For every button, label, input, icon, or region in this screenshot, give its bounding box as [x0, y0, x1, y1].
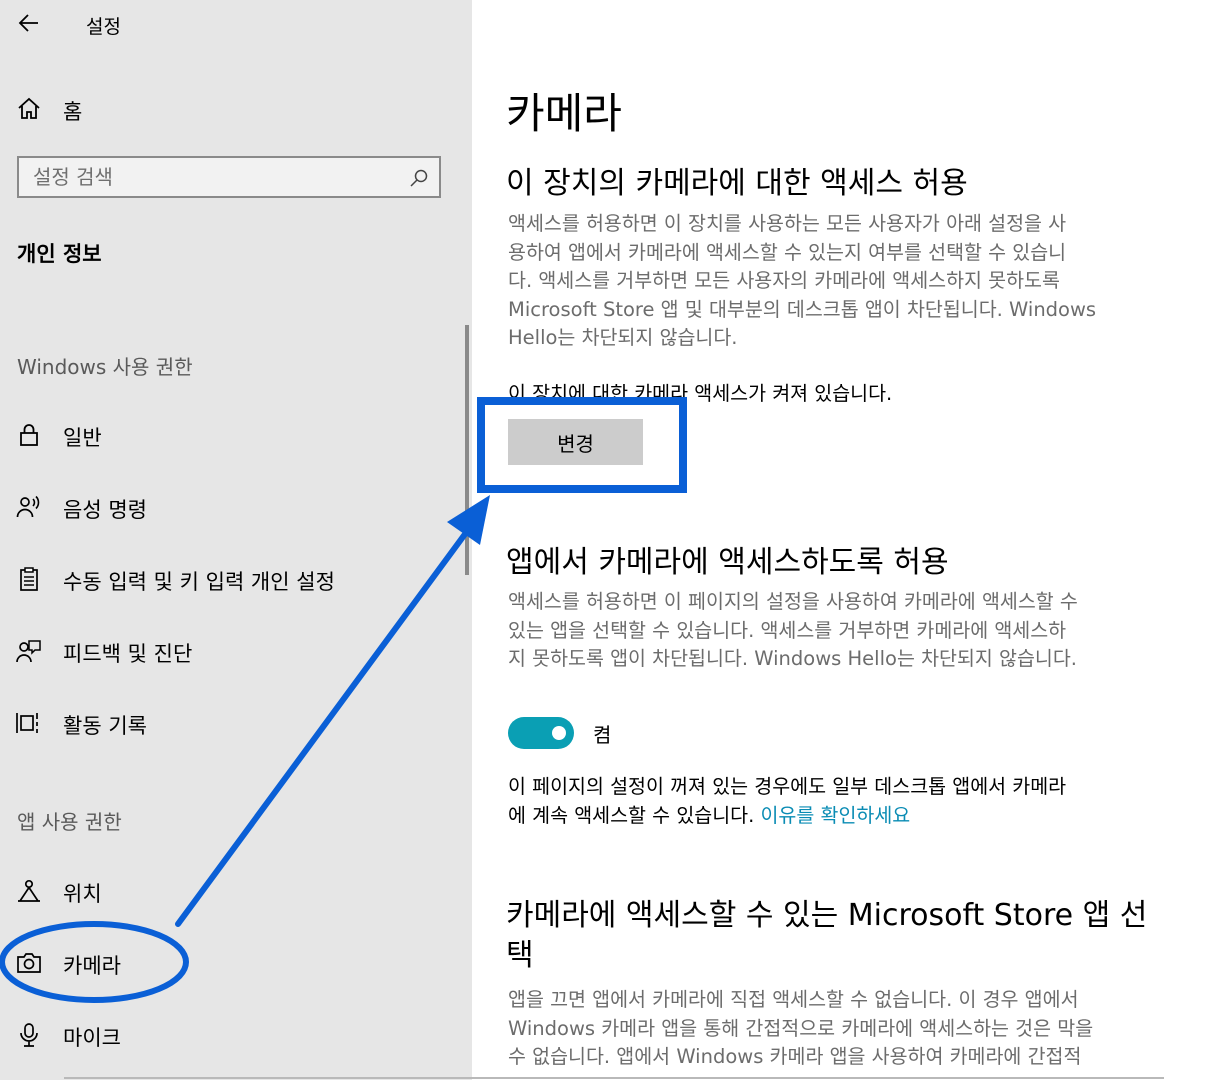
description-line: 앱을 끄면 앱에서 카메라에 직접 액세스할 수 없습니다. 이 경우 앱에서 [508, 988, 1079, 1011]
description-line: 액세스를 허용하면 이 페이지의 설정을 사용하여 카메라에 액세스할 수 [508, 590, 1078, 613]
app-title: 설정 [86, 16, 121, 38]
toggle-knob [552, 726, 566, 740]
sidebar-item-microphone[interactable]: 마이크 [0, 1012, 472, 1060]
note-line: 에 계속 액세스할 수 있습니다. 이유를 확인하세요 [508, 802, 1178, 831]
speech-icon [16, 495, 40, 518]
note-text: 에 계속 액세스할 수 있습니다. [508, 803, 761, 827]
sidebar-item-activity[interactable]: 활동 기록 [0, 700, 472, 748]
description-line: Microsoft Store 앱 및 대부분의 데스크톱 앱이 차단됩니다. … [508, 297, 1097, 321]
section-description-store-apps: 앱을 끄면 앱에서 카메라에 직접 액세스할 수 없습니다. 이 경우 앱에서 … [508, 986, 1188, 1072]
desktop-apps-note: 이 페이지의 설정이 꺼져 있는 경우에도 일부 데스크톱 앱에서 카메라 에 … [508, 773, 1178, 830]
search-icon[interactable] [409, 168, 429, 188]
sidebar-item-label: 수동 입력 및 키 입력 개인 설정 [63, 570, 335, 594]
device-access-status: 이 장치에 대한 카메라 액세스가 켜져 있습니다. [508, 382, 893, 405]
back-arrow-icon[interactable] [16, 10, 42, 36]
search-box[interactable] [17, 156, 441, 198]
sidebar-scrollbar[interactable] [465, 325, 469, 575]
learn-why-link[interactable]: 이유를 확인하세요 [760, 804, 910, 827]
location-icon [18, 879, 40, 902]
sidebar-item-label: 일반 [63, 426, 102, 450]
bottom-divider [64, 1077, 1164, 1079]
sidebar-item-speech[interactable]: 음성 명령 [0, 484, 472, 532]
description-line: 있는 앱을 선택할 수 있습니다. 액세스를 거부하면 카메라에 액세스하 [508, 618, 1067, 642]
section-label-windows: Windows 사용 권한 [17, 355, 193, 379]
sidebar-item-location[interactable]: 위치 [0, 868, 472, 916]
section-description-app-access: 액세스를 허용하면 이 페이지의 설정을 사용하여 카메라에 액세스할 수 있는… [508, 588, 1188, 674]
app-access-toggle[interactable] [508, 717, 574, 749]
sidebar-item-label: 홈 [63, 100, 83, 124]
search-input[interactable] [33, 163, 393, 191]
sidebar-item-label: 마이크 [63, 1026, 121, 1050]
page-title: 카메라 [506, 89, 622, 138]
sidebar-item-label: 카메라 [63, 954, 121, 978]
section-label-apps: 앱 사용 권한 [17, 810, 122, 834]
lock-icon [20, 424, 38, 446]
description-line: 지 못하도록 앱이 차단됩니다. Windows Hello는 차단되지 않습니… [508, 647, 1077, 670]
sidebar-item-camera[interactable]: 카메라 [0, 940, 472, 988]
sidebar-item-label: 위치 [63, 882, 102, 906]
section-heading-app-access: 앱에서 카메라에 액세스하도록 허용 [506, 545, 949, 580]
description-line: 용하여 앱에서 카메라에 액세스할 수 있는지 여부를 선택할 수 있습니 [508, 240, 1067, 264]
group-title: 개인 정보 [17, 242, 102, 266]
heading-line: 택 [506, 938, 534, 973]
sidebar-item-home[interactable]: 홈 [0, 86, 472, 134]
description-line: Windows 카메라 앱을 통해 간접적으로 카메라에 액세스하는 것은 막을 [508, 1016, 1094, 1040]
camera-icon [17, 953, 41, 973]
home-icon [18, 97, 40, 119]
description-line: 수 없습니다. 앱에서 Windows 카메라 앱을 사용하여 카메라에 간접적 [508, 1045, 1082, 1068]
description-line: 액세스를 허용하면 이 장치를 사용하는 모든 사용자가 아래 설정을 사 [508, 212, 1067, 235]
sidebar: 설정 홈 개인 정보 Windows 사용 권한 일반 음성 명령 [0, 0, 472, 1080]
sidebar-item-typing[interactable]: 수동 입력 및 키 입력 개인 설정 [0, 556, 472, 604]
description-line: Hello는 차단되지 않습니다. [508, 326, 738, 349]
description-line: 다. 액세스를 거부하면 모든 사용자의 카메라에 액세스하지 못하도록 [508, 269, 1060, 292]
toggle-state-label: 켬 [593, 723, 612, 747]
timeline-icon [16, 713, 38, 733]
microphone-icon [20, 1023, 38, 1047]
note-line: 이 페이지의 설정이 꺼져 있는 경우에도 일부 데스크톱 앱에서 카메라 [508, 775, 1067, 798]
section-description-device-access: 액세스를 허용하면 이 장치를 사용하는 모든 사용자가 아래 설정을 사 용하… [508, 210, 1188, 353]
feedback-icon [16, 640, 41, 663]
sidebar-item-label: 활동 기록 [63, 714, 147, 738]
sidebar-item-general[interactable]: 일반 [0, 412, 472, 460]
heading-line: 카메라에 액세스할 수 있는 Microsoft Store 앱 선 [506, 898, 1148, 933]
sidebar-item-label: 피드백 및 진단 [63, 642, 193, 666]
section-heading-device-access: 이 장치의 카메라에 대한 액세스 허용 [506, 166, 968, 201]
clipboard-icon [20, 567, 38, 591]
change-button[interactable]: 변경 [508, 419, 643, 465]
sidebar-item-feedback[interactable]: 피드백 및 진단 [0, 628, 472, 676]
section-heading-store-apps: 카메라에 액세스할 수 있는 Microsoft Store 앱 선 택 [506, 896, 1147, 976]
sidebar-item-label: 음성 명령 [63, 498, 147, 522]
